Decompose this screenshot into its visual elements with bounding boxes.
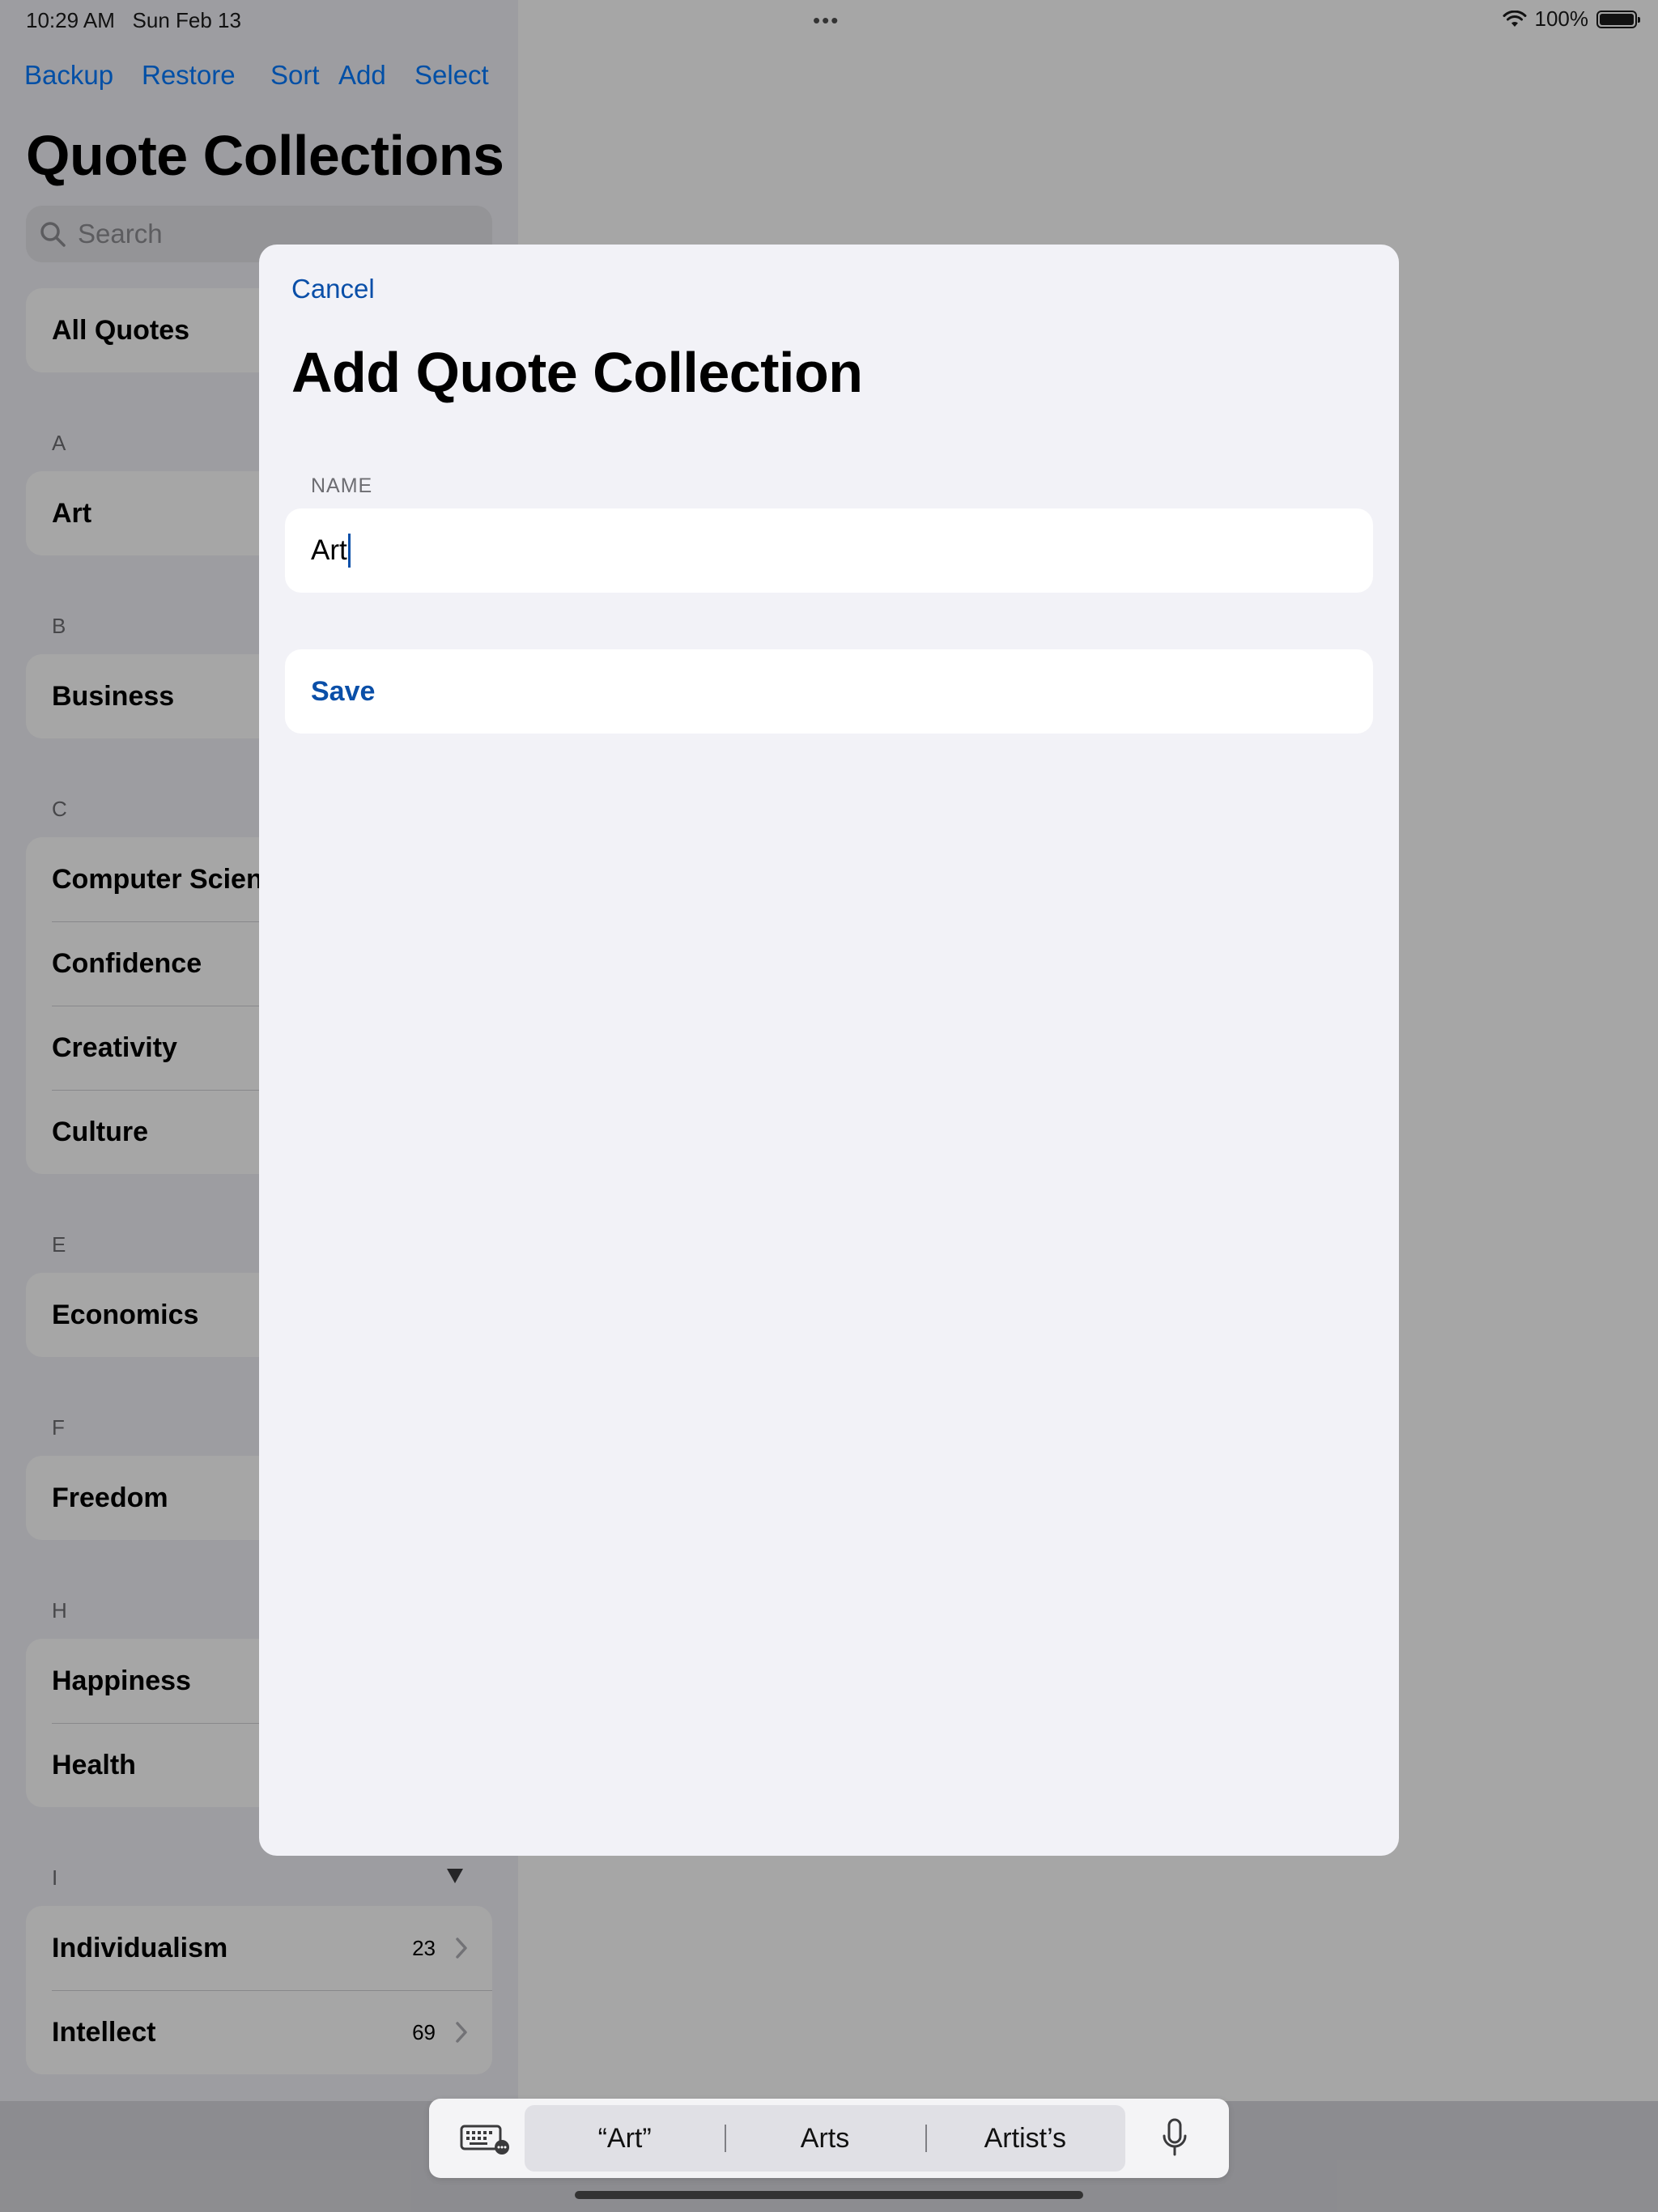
section-header-b: B: [52, 614, 66, 638]
section-i-card: Individualism 23 Intellect 69: [26, 1906, 492, 2074]
collection-label: Economics: [52, 1299, 199, 1330]
keyboard-icon[interactable]: [460, 2123, 510, 2155]
cancel-button[interactable]: Cancel: [291, 274, 375, 304]
battery-percent: 100%: [1534, 6, 1589, 31]
section-header-e: E: [52, 1232, 66, 1257]
predictive-text-bar: “Art” Arts Artist’s: [525, 2105, 1125, 2172]
prediction-option[interactable]: Arts: [725, 2105, 925, 2172]
collection-label: Computer Science: [52, 863, 294, 895]
collection-label: Happiness: [52, 1665, 191, 1696]
sidebar-toolbar: Backup Restore Sort Add Select: [24, 60, 492, 99]
section-header-h: H: [52, 1598, 67, 1623]
status-date-text: Sun Feb 13: [132, 8, 241, 32]
text-cursor: [347, 534, 351, 568]
collection-label: Culture: [52, 1116, 148, 1147]
microphone-icon[interactable]: [1161, 2118, 1188, 2159]
status-right: 100%: [1503, 6, 1640, 32]
collection-label: Creativity: [52, 1032, 177, 1063]
section-header-c: C: [52, 797, 67, 821]
sidebar-title: Quote Collections: [26, 124, 504, 187]
app: 10:29 AM Sun Feb 13 ••• 100% Backup Rest…: [0, 0, 1658, 2212]
collection-label: Business: [52, 680, 175, 712]
add-button[interactable]: Add: [338, 60, 386, 91]
section-header-a: A: [52, 431, 66, 455]
select-button[interactable]: Select: [414, 60, 489, 91]
section-header-i: I: [52, 1865, 58, 1890]
status-bar: 10:29 AM Sun Feb 13 ••• 100%: [0, 0, 1658, 39]
name-input-value[interactable]: Art: [311, 534, 347, 567]
collection-label: Health: [52, 1749, 136, 1780]
wifi-icon: [1503, 10, 1526, 27]
status-time: 10:29 AM Sun Feb 13: [26, 8, 241, 33]
keyboard-shortcut-bar: “Art” Arts Artist’s: [429, 2099, 1229, 2178]
all-quotes-label: All Quotes: [52, 314, 190, 346]
restore-button[interactable]: Restore: [142, 60, 236, 91]
prediction-option[interactable]: “Art”: [525, 2105, 725, 2172]
chevron-right-icon: [456, 2022, 467, 2043]
name-field[interactable]: Art: [285, 508, 1373, 593]
save-row[interactable]: Save: [285, 649, 1373, 734]
search-icon: [40, 222, 66, 247]
prediction-option[interactable]: Artist’s: [925, 2105, 1125, 2172]
home-indicator[interactable]: [575, 2191, 1083, 2199]
section-header-f: F: [52, 1415, 65, 1440]
battery-icon: [1596, 10, 1640, 28]
status-time-text: 10:29 AM: [26, 8, 115, 32]
collection-label: Art: [52, 497, 92, 529]
name-field-label: NAME: [311, 474, 373, 497]
quote-count: 23: [412, 1935, 436, 1960]
chevron-right-icon: [456, 1938, 467, 1959]
collection-label: Freedom: [52, 1482, 168, 1513]
add-collection-sheet: Cancel Add Quote Collection NAME Art Sav…: [259, 245, 1399, 1856]
collection-label: Confidence: [52, 947, 202, 979]
collapse-triangle-icon[interactable]: [445, 1867, 465, 1885]
quote-count: 69: [412, 2019, 436, 2044]
backup-button[interactable]: Backup: [24, 60, 113, 91]
sheet-title: Add Quote Collection: [291, 341, 863, 404]
collection-row-intellect[interactable]: Intellect 69: [26, 1990, 492, 2074]
collection-label: Intellect: [52, 2016, 156, 2048]
sort-button[interactable]: Sort: [270, 60, 320, 91]
collection-row-individualism[interactable]: Individualism 23: [26, 1906, 492, 1990]
collection-label: Individualism: [52, 1932, 228, 1963]
save-button[interactable]: Save: [311, 676, 375, 708]
multitasking-dots-icon[interactable]: •••: [813, 8, 840, 33]
